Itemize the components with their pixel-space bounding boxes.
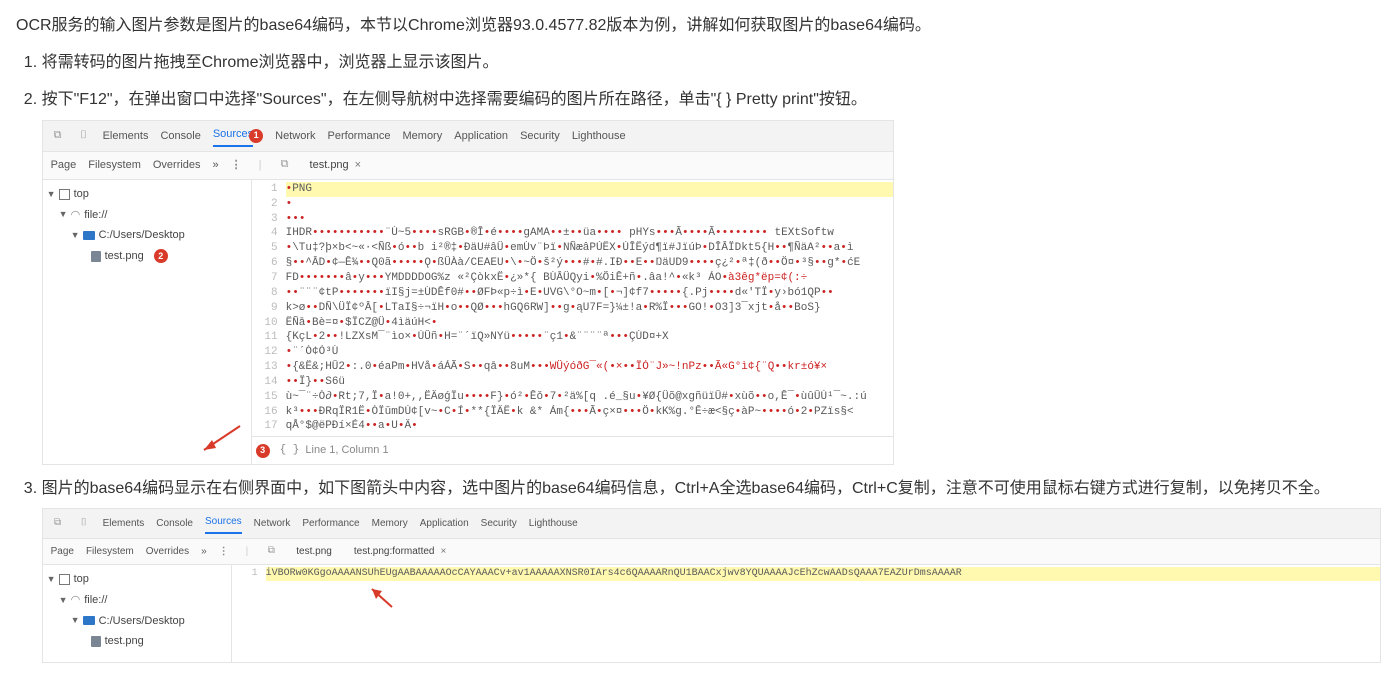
file-icon: ⧉	[264, 543, 278, 560]
devtools-tabs: ⧉ ⌷ Elements Console Sources 1 Network P…	[43, 121, 893, 153]
tab-elements[interactable]: Elements	[103, 515, 145, 532]
file-tree-2: ▼ top ▼◠ file:// ▼ C:/Users/Desktop test…	[43, 565, 232, 662]
code-area-2: 1iVBORw0KGgoAAAANSUhEUgAABAAAAAOcCAYAAAC…	[232, 565, 1380, 662]
tab-console[interactable]: Console	[160, 127, 200, 146]
subtab-filesystem[interactable]: Filesystem	[88, 156, 141, 175]
inspect-icon[interactable]: ⧉	[51, 515, 65, 532]
tab-network[interactable]: Network	[254, 515, 291, 532]
code-line: •••	[286, 212, 893, 227]
tree-top[interactable]: ▼ top	[47, 569, 227, 590]
open-file-tab[interactable]: test.png×	[310, 156, 366, 175]
code-line: ËÑā•B­è­=¤•$ÏCZ@Ü•4ìäúH<•	[286, 316, 893, 331]
tab-security[interactable]: Security	[481, 515, 517, 532]
subtab-more-chevron[interactable]: »	[213, 156, 219, 175]
code-line: ••Ï}••S6ü	[286, 375, 893, 390]
code-line: k>ø••DÑ\ÜÏ¢ºÂ[•LTaI§÷¬ï­H•o••QØ•••hGQ6RW…	[286, 301, 893, 316]
code-line: FD•••••••â•y•••YMDDDDOG%z «²ÇòkxË•¿»*{ B…	[286, 271, 893, 286]
sources-subtabs: Page Filesystem Overrides » ⋮ | ⧉ test.p…	[43, 152, 893, 180]
code-line: §••^ÂD•¢—Ê¾••Q0ã•••••Ǫ•ßÛÀà/CEAEU•\•~Ö•š…	[286, 256, 893, 271]
tab-lighthouse[interactable]: Lighthouse	[572, 127, 626, 146]
folder-icon	[83, 231, 95, 240]
tree-origin[interactable]: ▼◠ file://	[47, 590, 227, 611]
subtab-page[interactable]: Page	[51, 156, 77, 175]
inspect-icon[interactable]: ⧉	[51, 127, 65, 146]
folder-icon	[83, 616, 95, 625]
cursor-position: Line 1, Column 1	[305, 441, 388, 460]
devtools-tabs-2: ⧉ ⌷ Elements Console Sources Network Per…	[43, 509, 1380, 539]
file-icon	[91, 251, 101, 262]
tab-application[interactable]: Application	[454, 127, 508, 146]
tree-top[interactable]: ▼ top	[47, 184, 247, 205]
subtab-overrides[interactable]: Overrides	[153, 156, 201, 175]
open-file-tab-b[interactable]: test.png:formatted×	[354, 543, 450, 560]
devtools-screenshot-1: ⧉ ⌷ Elements Console Sources 1 Network P…	[42, 120, 894, 465]
tree-folder[interactable]: ▼ C:/Users/Desktop	[47, 225, 247, 246]
tree-origin[interactable]: ▼◠ file://	[47, 205, 247, 226]
step-3: 图片的base64编码显示在右侧界面中，如下图箭头中内容，选中图片的base64…	[42, 475, 1379, 663]
close-icon[interactable]: ×	[440, 543, 446, 560]
code-area: 1•PNG2•3•••4IHDR•••••••••••¨Ù~5••••sRGB•…	[252, 180, 893, 464]
code-line: IHDR•••••••••••¨Ù~5••••sRGB•®Î•é••••gAMA…	[286, 226, 893, 241]
callout-marker-3: 3	[256, 444, 270, 458]
file-icon	[91, 636, 101, 647]
close-icon[interactable]: ×	[355, 156, 361, 175]
tab-security[interactable]: Security	[520, 127, 560, 146]
pretty-print-button[interactable]: { }	[280, 441, 300, 460]
open-file-tab-a[interactable]: test.png	[296, 543, 336, 560]
cloud-icon: ◠	[71, 206, 81, 225]
code-line: iVBORw0KGgoAAAANSUhEUgAABAAAAAOcCAYAAACv…	[266, 567, 1380, 581]
tree-file-leaf[interactable]: test.png	[47, 631, 227, 652]
tab-sources[interactable]: Sources	[213, 125, 253, 148]
step-1: 将需转码的图片拖拽至Chrome浏览器中，浏览器上显示该图片。	[42, 49, 1379, 76]
device-icon[interactable]: ⌷	[77, 127, 91, 146]
callout-marker-2: 2	[154, 249, 168, 263]
tab-application[interactable]: Application	[420, 515, 469, 532]
code-line: •{&Ë&;HÛ2•:.0•éaPm•HVå•áÁÃ•S••qā••8uM•••…	[286, 360, 893, 375]
tab-elements[interactable]: Elements	[103, 127, 149, 146]
device-icon[interactable]: ⌷	[77, 515, 91, 532]
tab-sources[interactable]: Sources	[205, 513, 242, 534]
steps-list: 将需转码的图片拖拽至Chrome浏览器中，浏览器上显示该图片。 按下"F12"，…	[16, 49, 1379, 663]
tab-performance[interactable]: Performance	[328, 127, 391, 146]
tree-file-leaf[interactable]: test.png 2	[47, 246, 247, 267]
callout-marker-1: 1	[249, 129, 263, 143]
more-menu[interactable]: ⋮	[219, 543, 230, 560]
code-line: •\Tu‡?þ×b<~«·<Ñß•ó••b i²®‡•ĐäU#âÜ•emÙv¨Þ…	[286, 241, 893, 256]
tree-folder[interactable]: ▼ C:/Users/Desktop	[47, 611, 227, 632]
subtab-more-chevron[interactable]: »	[201, 543, 207, 560]
code-line: •	[286, 197, 893, 212]
code-line: {K­­çL•2••!L­ZXsM¯¨ìo×•ÚÛñ•H=¨´ïQ»NYü­••…	[286, 330, 893, 345]
file-icon: ⧉	[278, 156, 292, 175]
sources-subtabs-2: Page Filesystem Overrides » ⋮ | ⧉ test.p…	[43, 539, 1380, 565]
tab-memory[interactable]: Memory	[372, 515, 408, 532]
tab-console[interactable]: Console	[156, 515, 193, 532]
code-line: k³•••ÐRq­ÏR1Ë•ÒÏŭmDÚ¢[v~•C•Í•**{ÏÄË•k &*…	[286, 405, 893, 420]
code-line: ù~¯¨÷Ò∂•R­t;7,Ï•a!0+,,ËÄøǵÏu••••F}•ó²•Êǒ…	[286, 390, 893, 405]
cloud-icon: ◠	[71, 591, 81, 610]
code-line: ••¨¨¨¢tP•••••••ïI§j=±ÙDÊf0#••ØFÞ«p÷ì•E•U…	[286, 286, 893, 301]
devtools-screenshot-2: ⧉ ⌷ Elements Console Sources Network Per…	[42, 508, 1381, 663]
tab-memory[interactable]: Memory	[403, 127, 443, 146]
code-line: qÅ°$@ëPĐí×É4••a•U•Ä•	[286, 419, 893, 434]
editor-footer: 3 { } Line 1, Column 1	[252, 436, 893, 464]
code-line: •¨´Ò¢Ó³Ù	[286, 345, 893, 360]
subtab-filesystem[interactable]: Filesystem	[86, 543, 134, 560]
subtab-overrides[interactable]: Overrides	[146, 543, 189, 560]
code-line: •PNG	[286, 182, 893, 197]
tab-network[interactable]: Network	[275, 127, 315, 146]
subtab-page[interactable]: Page	[51, 543, 74, 560]
tab-performance[interactable]: Performance	[302, 515, 359, 532]
more-menu[interactable]: ⋮	[231, 156, 243, 175]
tab-lighthouse[interactable]: Lighthouse	[529, 515, 578, 532]
intro-text: OCR服务的输入图片参数是图片的base64编码，本节以Chrome浏览器93.…	[16, 12, 1379, 39]
file-tree: ▼ top ▼◠ file:// ▼ C:/Users/Desktop test…	[43, 180, 252, 464]
frame-icon	[59, 574, 70, 585]
step-2: 按下"F12"，在弹出窗口中选择"Sources"，在左侧导航树中选择需要编码的…	[42, 86, 1379, 465]
frame-icon	[59, 189, 70, 200]
